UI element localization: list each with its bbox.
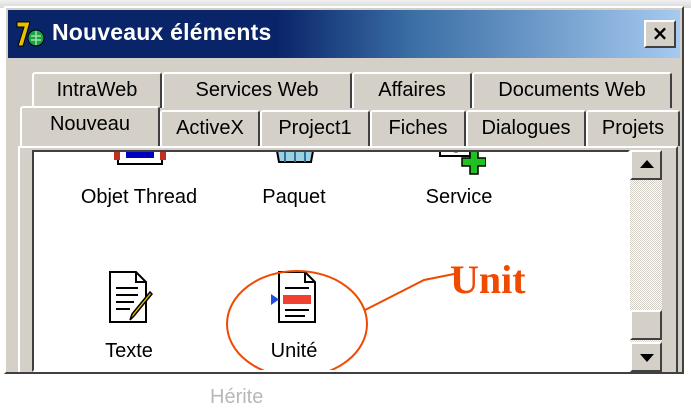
scroll-thumb[interactable]	[630, 310, 662, 340]
tab-fiches[interactable]: Fiches	[370, 110, 466, 146]
delphi-app-icon	[16, 21, 45, 47]
new-items-dialog: Nouveaux éléments × IntraWeb Services We…	[4, 6, 684, 374]
items-list-view[interactable]: Objet Thread Paquet Service Texte Unité	[32, 150, 630, 372]
close-button[interactable]: ×	[644, 20, 676, 48]
unit-annotation-label: Unit	[450, 257, 526, 302]
tab-dialogues[interactable]: Dialogues	[466, 110, 586, 146]
tab-affaires[interactable]: Affaires	[352, 72, 472, 108]
tab-services-web[interactable]: Services Web	[162, 72, 352, 108]
tab-nouveau[interactable]: Nouveau	[20, 106, 160, 146]
tab-activex[interactable]: ActiveX	[160, 110, 260, 146]
close-icon: ×	[651, 21, 669, 45]
scroll-down-button[interactable]	[630, 342, 662, 372]
vertical-scrollbar[interactable]	[630, 150, 662, 372]
arrow-down-icon	[640, 354, 654, 362]
tab-intraweb[interactable]: IntraWeb	[32, 72, 162, 108]
tab-documents-web[interactable]: Documents Web	[472, 72, 672, 108]
scroll-up-button[interactable]	[630, 150, 662, 180]
title-bar[interactable]: Nouveaux éléments ×	[8, 10, 680, 58]
arrow-up-icon	[640, 160, 654, 168]
tab-project1[interactable]: Project1	[260, 110, 370, 146]
window-title: Nouveaux éléments	[52, 19, 272, 45]
torn-edge	[0, 374, 691, 406]
highlight-circle	[226, 270, 455, 370]
tab-projets[interactable]: Projets	[586, 110, 680, 146]
